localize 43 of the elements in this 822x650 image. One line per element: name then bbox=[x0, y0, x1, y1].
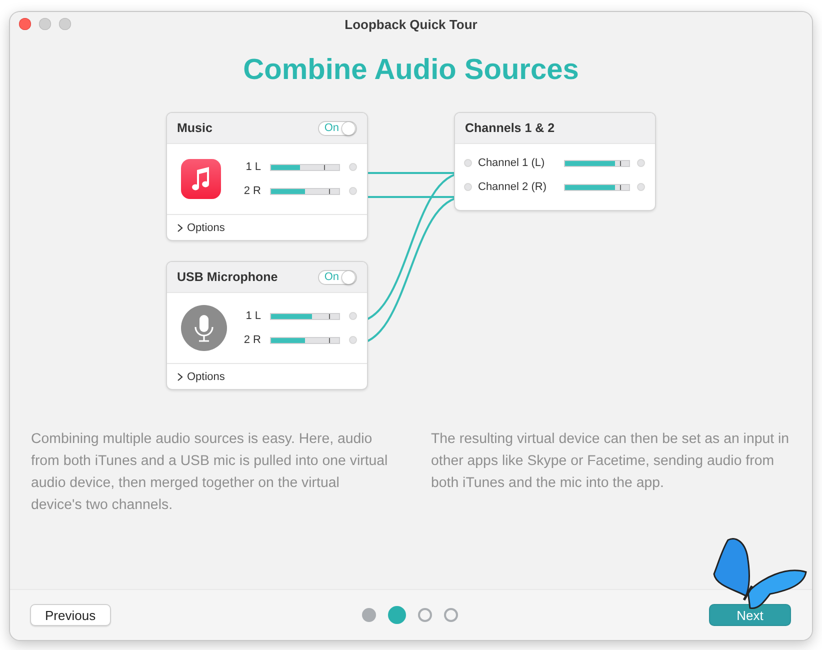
page-dot[interactable] bbox=[362, 608, 376, 622]
window-title: Loopback Quick Tour bbox=[344, 16, 478, 32]
close-button[interactable] bbox=[19, 18, 31, 30]
channel-label: Channel 1 (L) bbox=[478, 157, 546, 169]
output-port[interactable] bbox=[349, 163, 357, 171]
level-meter bbox=[564, 160, 630, 166]
output-port[interactable] bbox=[349, 336, 357, 344]
level-meter bbox=[270, 164, 340, 170]
options-label: Options bbox=[187, 370, 225, 382]
channel-label: 2 R bbox=[242, 334, 261, 346]
channel-label: 1 L bbox=[244, 310, 261, 322]
level-meter bbox=[270, 312, 340, 320]
minimize-button[interactable] bbox=[39, 18, 51, 30]
output-port[interactable] bbox=[637, 159, 645, 167]
input-port[interactable] bbox=[464, 183, 472, 191]
output-port[interactable] bbox=[637, 183, 645, 191]
chevron-icon bbox=[177, 224, 183, 232]
level-meter bbox=[270, 188, 340, 194]
output-port[interactable] bbox=[349, 312, 357, 320]
input-port[interactable] bbox=[464, 159, 472, 167]
source-name: Music bbox=[177, 121, 212, 135]
chevron-icon bbox=[177, 372, 183, 380]
music-note-icon bbox=[181, 159, 221, 199]
channel-label: 1 L bbox=[244, 161, 261, 173]
options-label: Options bbox=[187, 222, 225, 234]
previous-button[interactable]: Previous bbox=[30, 604, 111, 626]
device-name: Channels 1 & 2 bbox=[465, 121, 555, 135]
options-disclosure[interactable]: Options bbox=[167, 214, 367, 240]
level-meter bbox=[564, 184, 630, 190]
output-port[interactable] bbox=[349, 187, 357, 195]
level-meter bbox=[270, 336, 340, 344]
channel-label: Channel 2 (R) bbox=[478, 181, 548, 193]
microphone-icon bbox=[181, 305, 227, 351]
source-name: USB Microphone bbox=[177, 270, 278, 284]
page-dot[interactable] bbox=[418, 608, 432, 622]
channel-label: 2 R bbox=[242, 185, 261, 197]
page-dot[interactable] bbox=[388, 606, 406, 624]
page-heading: Combine Audio Sources bbox=[243, 53, 579, 88]
zoom-button[interactable] bbox=[59, 18, 71, 30]
options-disclosure[interactable]: Options bbox=[167, 363, 367, 389]
page-dot[interactable] bbox=[444, 608, 458, 622]
description-text: The resulting virtual device can then be set as an input in other apps like Skype or Facetime, sending audio from both iTunes and the mic into the app. bbox=[431, 430, 790, 493]
description-text: Combining multiple audio sources is easy. Here, audio from both iTunes and a USB mic is pulled into one virtual audio device, then merged together on the virtual device's two channels. bbox=[31, 430, 389, 515]
